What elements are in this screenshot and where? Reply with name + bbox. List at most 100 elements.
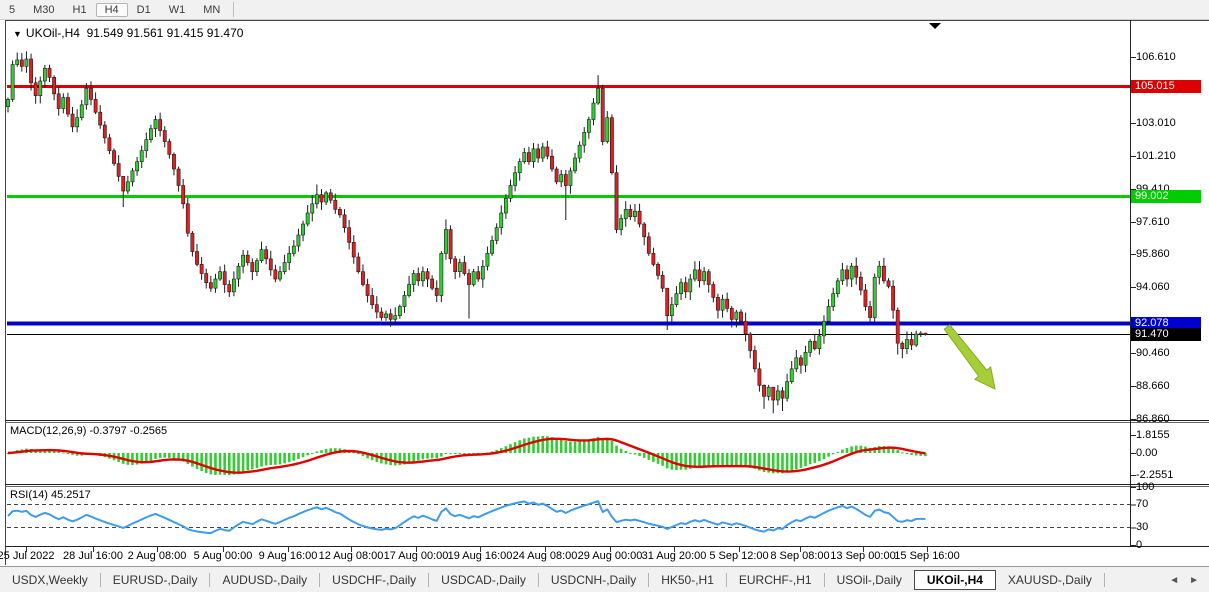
macd-bar bbox=[565, 441, 568, 453]
candle bbox=[541, 147, 544, 158]
candle bbox=[633, 211, 636, 216]
candle bbox=[569, 171, 572, 186]
candle bbox=[265, 250, 268, 259]
macd-bar bbox=[283, 453, 286, 463]
macd-bar bbox=[265, 453, 268, 465]
candle bbox=[901, 343, 904, 348]
candle bbox=[168, 142, 171, 155]
macd-bar bbox=[293, 453, 296, 461]
candle bbox=[495, 228, 498, 241]
candle bbox=[527, 153, 530, 162]
tab-usdcad-daily[interactable]: USDCAD-,Daily bbox=[429, 570, 538, 590]
candle bbox=[223, 272, 226, 285]
candle bbox=[159, 120, 162, 131]
macd-bar bbox=[620, 449, 623, 453]
candle bbox=[80, 105, 83, 118]
macd-bar bbox=[445, 453, 448, 454]
macd-bar bbox=[67, 453, 70, 454]
time-tick-label: 12 Aug 08:00 bbox=[319, 550, 384, 562]
candle bbox=[749, 334, 752, 350]
rsi-tick-label: 30 bbox=[1136, 521, 1148, 533]
macd-bar bbox=[712, 453, 715, 466]
tab-usoil-daily[interactable]: USOil-,Daily bbox=[825, 570, 914, 590]
candle bbox=[670, 305, 673, 316]
macd-bar bbox=[426, 453, 429, 459]
macd-bar bbox=[744, 453, 747, 467]
macd-bar bbox=[569, 442, 572, 453]
time-tick-label: 17 Aug 00:00 bbox=[384, 550, 449, 562]
candle bbox=[163, 131, 166, 142]
candle bbox=[762, 385, 765, 396]
tab-usdchf-daily[interactable]: USDCHF-,Daily bbox=[320, 570, 428, 590]
candle bbox=[790, 369, 793, 382]
macd-bar bbox=[412, 453, 415, 462]
tab-usdcnh-daily[interactable]: USDCNH-,Daily bbox=[539, 570, 648, 590]
candle bbox=[205, 274, 208, 283]
candle bbox=[799, 358, 802, 365]
candle bbox=[578, 145, 581, 158]
macd-bar bbox=[703, 453, 706, 466]
tab-xauusd-daily[interactable]: XAUUSD-,Daily bbox=[996, 570, 1104, 590]
chart-canvas[interactable] bbox=[0, 0, 1209, 592]
candle bbox=[186, 204, 189, 233]
candle bbox=[195, 252, 198, 265]
candle bbox=[380, 312, 383, 317]
tab-audusd-daily[interactable]: AUDUSD-,Daily bbox=[210, 570, 319, 590]
macd-bar bbox=[813, 453, 816, 463]
macd-values: -0.3797 -0.2565 bbox=[89, 425, 167, 437]
macd-bar bbox=[297, 453, 300, 459]
tab-usdx-weekly[interactable]: USDX,Weekly bbox=[0, 570, 100, 590]
candle bbox=[145, 140, 148, 151]
candle bbox=[739, 312, 742, 321]
candle bbox=[712, 285, 715, 298]
candle bbox=[726, 299, 729, 308]
candle bbox=[463, 263, 466, 274]
candle bbox=[721, 299, 724, 310]
tab-ukoil-h4[interactable]: UKOil-,H4 bbox=[914, 570, 996, 590]
candle bbox=[57, 94, 60, 109]
chart-ohlc-values: 91.549 91.561 91.415 91.470 bbox=[87, 26, 244, 40]
candle bbox=[191, 233, 194, 251]
macd-bar bbox=[154, 453, 157, 459]
price-level-badge: 99.002 bbox=[1131, 190, 1201, 203]
candle bbox=[251, 263, 254, 272]
chart-symbol-label: UKOil-,H4 bbox=[26, 26, 80, 40]
candle bbox=[126, 182, 129, 191]
candle bbox=[16, 60, 19, 65]
candle bbox=[11, 65, 14, 100]
macd-bar bbox=[786, 453, 789, 473]
candle bbox=[48, 68, 51, 77]
tab-hk50-h1[interactable]: HK50-,H1 bbox=[649, 570, 726, 590]
candle bbox=[910, 340, 913, 345]
candle bbox=[371, 296, 374, 305]
macd-bar bbox=[191, 453, 194, 467]
candle bbox=[292, 246, 295, 253]
price-level-badge: 91.470 bbox=[1131, 328, 1201, 341]
time-tick-label: 5 Aug 00:00 bbox=[194, 550, 253, 562]
macd-bar bbox=[256, 453, 259, 468]
macd-bar bbox=[237, 453, 240, 473]
scroll-left-icon[interactable]: ◄ bbox=[1169, 575, 1179, 586]
candle bbox=[795, 358, 798, 369]
tab-eurchf-h1[interactable]: EURCHF-,H1 bbox=[727, 570, 824, 590]
candle bbox=[237, 266, 240, 279]
candle bbox=[458, 263, 461, 272]
macd-bar bbox=[560, 440, 563, 453]
time-tick-label: 13 Sep 00:00 bbox=[830, 550, 895, 562]
macd-bar bbox=[823, 453, 826, 459]
candle bbox=[689, 279, 692, 292]
time-tick-label: 5 Sep 12:00 bbox=[709, 550, 768, 562]
scroll-right-icon[interactable]: ► bbox=[1189, 575, 1199, 586]
price-tick-label: 101.210 bbox=[1136, 150, 1176, 162]
candle bbox=[915, 334, 918, 345]
symbol-dropdown-icon[interactable]: ▼ bbox=[13, 29, 22, 39]
candle bbox=[481, 266, 484, 279]
macd-bar bbox=[638, 453, 641, 456]
candle bbox=[384, 314, 387, 318]
candle bbox=[767, 387, 770, 396]
candle bbox=[827, 307, 830, 322]
macd-bar bbox=[541, 436, 544, 453]
candle bbox=[758, 369, 761, 385]
tab-eurusd-daily[interactable]: EURUSD-,Daily bbox=[101, 570, 210, 590]
macd-bar bbox=[173, 453, 176, 459]
